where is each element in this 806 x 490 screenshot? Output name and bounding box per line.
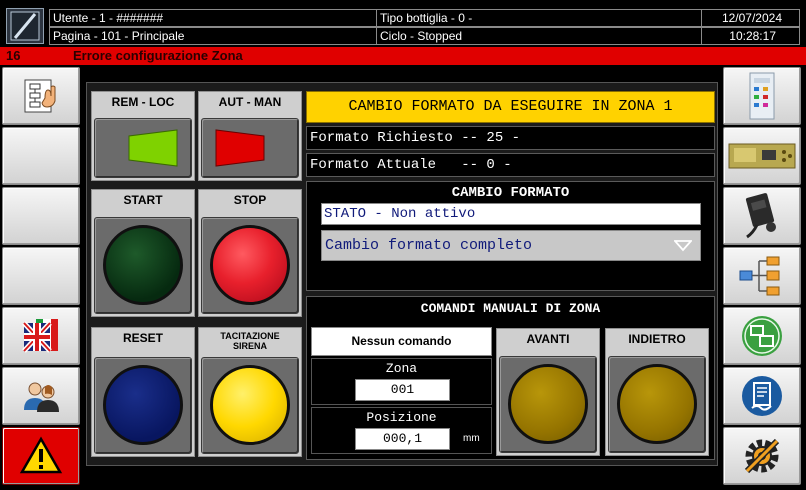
header-logo [6,8,44,44]
siren-button[interactable] [201,357,299,454]
sensor-device-icon [745,193,776,239]
circuit-board-icon [728,143,796,169]
date-field: 12/07/2024 [701,9,800,27]
aut-man-tile[interactable]: AUT - MAN [198,91,302,181]
manual-commands-box: COMANDI MANUALI DI ZONA Nessun comando Z… [306,296,715,460]
alarm-button[interactable] [2,427,80,485]
uk-italy-flag-icon [22,319,58,353]
siren-lamp [210,365,290,445]
control-panel-icon [749,72,775,120]
start-tile[interactable]: START [91,189,195,317]
rem-loc-selector[interactable] [94,118,192,178]
zone-label: Zona [385,361,418,376]
zone-input[interactable]: 001 [355,379,450,401]
circuit-board-button[interactable] [723,127,801,185]
time-field: 10:28:17 [701,27,800,45]
position-input[interactable]: 000,1 [355,428,450,450]
forward-lamp [508,364,588,444]
start-button[interactable] [94,217,192,314]
users-icon [24,382,59,412]
requested-format: Formato Richiesto -- 25 - [306,126,715,150]
alarm-code: 16 [6,48,21,63]
chevron-down-icon [674,240,692,252]
rem-loc-tile[interactable]: REM - LOC [91,91,195,181]
aut-man-label: AUT - MAN [218,95,282,109]
reset-lamp [103,365,183,445]
users-button[interactable] [2,367,80,425]
format-change-box: CAMBIO FORMATO STATO - Non attivo Cambio… [306,181,715,291]
back-lamp [617,364,697,444]
network-tree-icon [739,256,780,296]
back-label: INDIETRO [628,332,686,346]
language-button[interactable] [2,307,80,365]
document-icon [742,376,782,416]
start-lamp [103,225,183,305]
format-change-title: CAMBIO FORMATO [451,185,570,201]
format-select-value: Cambio formato completo [325,237,533,254]
reset-tile[interactable]: RESET [91,327,195,457]
flowchart-hand-icon [24,79,56,113]
user-field: Utente - 1 - ####### [49,9,377,27]
bottle-type-field: Tipo bottiglia - 0 - [376,9,702,27]
logo-icon [10,11,40,41]
format-banner: CAMBIO FORMATO DA ESEGUIRE IN ZONA 1 [306,91,715,123]
screens-icon [742,316,782,356]
sensor-device-button[interactable] [723,187,801,245]
back-button[interactable] [608,356,706,453]
stop-tile[interactable]: STOP [198,189,302,317]
page-field: Pagina - 101 - Principale [49,27,377,45]
side-button-empty-1[interactable] [2,127,80,185]
forward-button[interactable] [499,356,597,453]
control-panel-button[interactable] [723,67,801,125]
alarm-bar[interactable]: 16 Errore configurazione Zona [0,47,806,65]
reset-label: RESET [122,331,163,345]
arrow-right-icon [215,129,265,167]
zone-box: Zona 001 [311,358,492,405]
document-button[interactable] [723,367,801,425]
position-box: Posizione 000,1 mm [311,407,492,454]
cycle-field: Ciclo - Stopped [376,27,702,45]
position-label: Posizione [366,410,437,425]
flowchart-button[interactable] [2,67,80,125]
stop-label: STOP [233,193,267,207]
forward-tile[interactable]: AVANTI [496,328,600,456]
back-tile[interactable]: INDIETRO [605,328,709,456]
siren-tile[interactable]: TACITAZIONE SIRENA [198,327,302,457]
side-button-empty-3[interactable] [2,247,80,305]
rem-loc-label: REM - LOC [111,95,175,109]
stop-button[interactable] [201,217,299,314]
current-format: Formato Attuale -- 0 - [306,153,715,177]
reset-button[interactable] [94,357,192,454]
screens-button[interactable] [723,307,801,365]
settings-tools-icon [744,438,780,474]
aut-man-selector[interactable] [201,118,299,178]
start-label: START [123,193,163,207]
side-button-empty-2[interactable] [2,187,80,245]
main-panel: REM - LOC AUT - MAN START STOP RESET TAC… [86,82,718,466]
position-unit: mm [463,433,480,444]
format-state-field: STATO - Non attivo [321,203,701,225]
command-field: Nessun comando [311,327,492,356]
manual-commands-title: COMANDI MANUALI DI ZONA [420,301,601,316]
format-select[interactable]: Cambio formato completo [321,230,701,261]
warning-icon [19,436,63,474]
settings-button[interactable] [723,427,801,485]
arrow-left-icon [128,129,178,167]
network-tree-button[interactable] [723,247,801,305]
alarm-message: Errore configurazione Zona [73,48,243,63]
stop-lamp [210,225,290,305]
siren-label: TACITAZIONE SIRENA [220,331,280,351]
forward-label: AVANTI [526,332,570,346]
